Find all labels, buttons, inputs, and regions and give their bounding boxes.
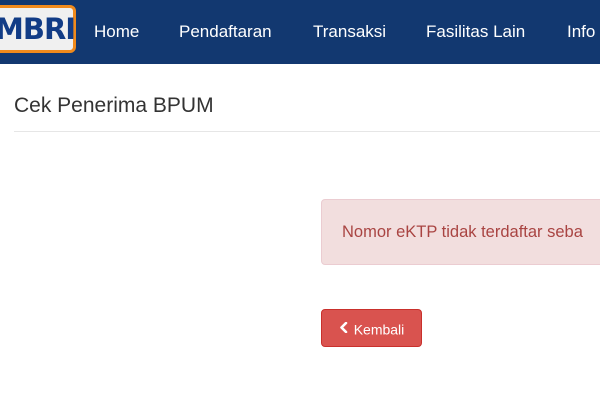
back-button-label: Kembali (353, 321, 405, 338)
page-title: Cek Penerima BPUM (14, 94, 214, 117)
title-divider (14, 131, 600, 132)
nav-item-pendaftaran[interactable]: Pendaftaran (179, 0, 272, 64)
nav-item-home[interactable]: Home (94, 0, 139, 64)
nav-item-transaksi[interactable]: Transaksi (313, 0, 386, 64)
back-button[interactable]: Kembali (321, 309, 422, 347)
top-navbar: MBRI Home Pendaftaran Transaksi Fasilita… (0, 0, 600, 64)
logo-text: MBRI (0, 12, 76, 46)
error-alert: Nomor eKTP tidak terdaftar seba (321, 199, 600, 265)
nav-item-info[interactable]: Info (567, 0, 595, 64)
bri-logo[interactable]: MBRI (0, 5, 76, 53)
nav-item-fasilitas-lain[interactable]: Fasilitas Lain (426, 0, 525, 64)
alert-message: Nomor eKTP tidak terdaftar seba (342, 223, 583, 241)
chevron-left-icon (339, 310, 348, 346)
